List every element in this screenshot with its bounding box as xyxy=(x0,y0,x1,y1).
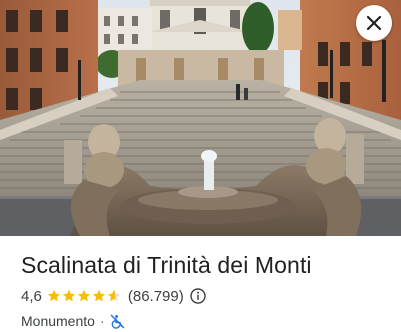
close-button[interactable] xyxy=(356,5,392,41)
place-photo[interactable] xyxy=(0,0,401,236)
info-icon[interactable] xyxy=(190,288,206,304)
star-icon xyxy=(47,289,60,302)
star-icon xyxy=(107,289,120,302)
star-icon xyxy=(77,289,90,302)
place-category: Monumento xyxy=(21,313,95,329)
rating-value: 4,6 xyxy=(21,287,42,305)
place-info: Scalinata di Trinità dei Monti 4,6 (86.7… xyxy=(21,250,391,331)
star-rating xyxy=(47,289,122,303)
place-title: Scalinata di Trinità dei Monti xyxy=(21,252,312,278)
wheelchair-crossed-icon xyxy=(110,314,125,329)
star-icon xyxy=(62,289,75,302)
category-row: Monumento · xyxy=(21,311,391,331)
photo-spanish-steps xyxy=(0,0,401,236)
star-icon xyxy=(92,289,105,302)
review-count[interactable]: (86.799) xyxy=(128,288,184,305)
place-card[interactable]: Scalinata di Trinità dei Monti 4,6 (86.7… xyxy=(0,0,401,332)
rating-row[interactable]: 4,6 (86.799) xyxy=(21,285,391,307)
separator-dot: · xyxy=(99,313,105,329)
close-icon xyxy=(366,15,382,31)
